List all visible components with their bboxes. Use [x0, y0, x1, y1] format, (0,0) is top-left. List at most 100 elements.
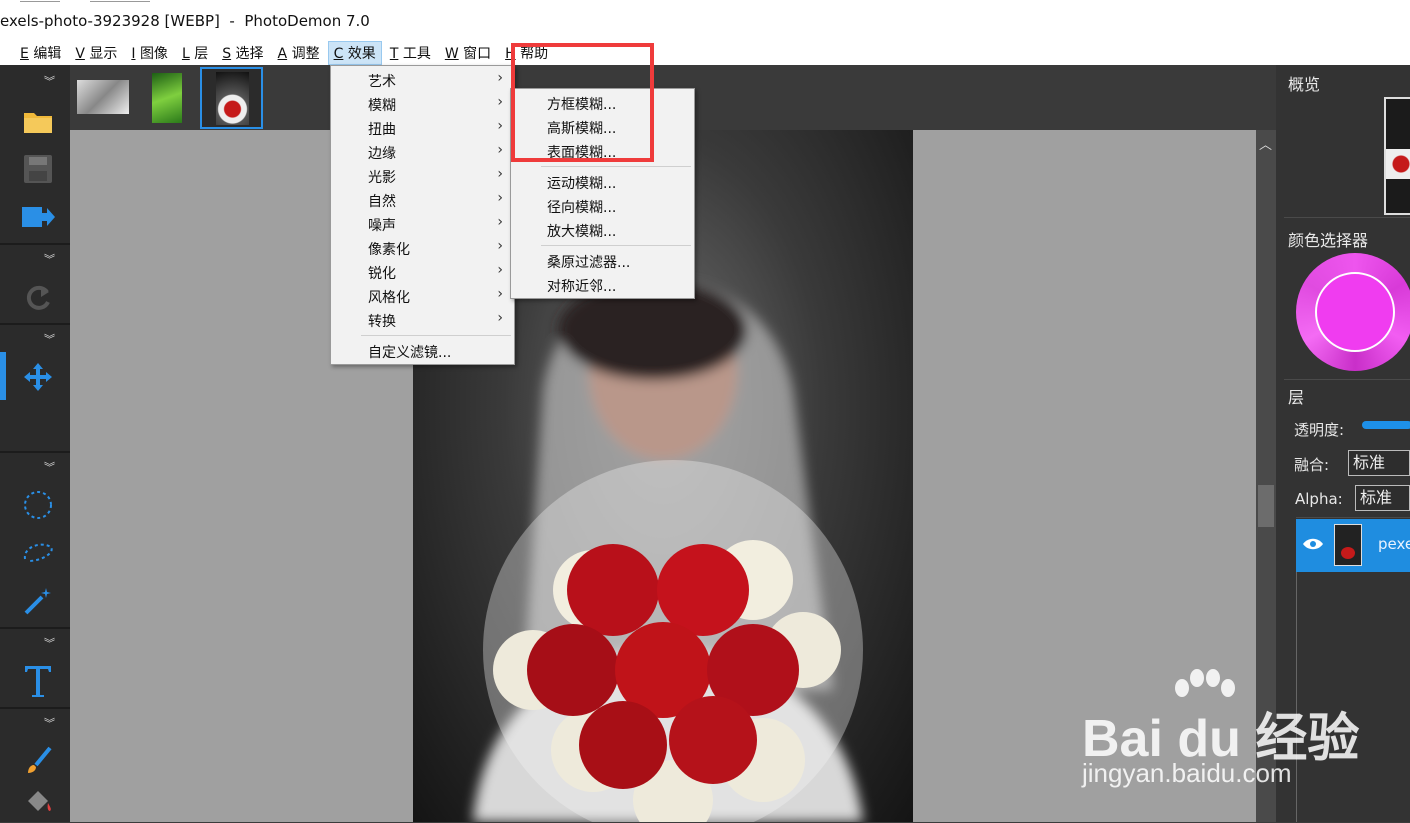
chevron-down-icon[interactable]: ︾ — [44, 459, 60, 474]
submenu-arrow-icon: › — [497, 238, 503, 254]
effects-menu-item-natural[interactable]: 自然 › — [332, 188, 513, 212]
magic-wand-icon[interactable] — [18, 581, 58, 621]
layer-thumbnail — [1334, 524, 1362, 566]
color-wheel[interactable] — [1296, 253, 1410, 371]
submenu-arrow-icon: › — [497, 214, 503, 230]
blur-submenu-radial-blur[interactable]: 径向模糊... — [512, 194, 693, 218]
submenu-arrow-icon: › — [497, 118, 503, 134]
panel-divider — [1284, 379, 1410, 380]
submenu-arrow-icon: › — [497, 142, 503, 158]
left-toolbar: ︾ ︾ ︾ ︾ ︾ ︾ — [0, 65, 70, 822]
layer-list-top — [1296, 517, 1410, 518]
watermark-url-text: jingyan.baidu.com — [1082, 758, 1292, 788]
effects-menu-item-stylize[interactable]: 风格化 › — [332, 284, 513, 308]
menu-edit[interactable]: E 编辑 — [14, 41, 67, 65]
submenu-arrow-icon: › — [497, 94, 503, 110]
menu-select[interactable]: S 选择 — [216, 41, 269, 65]
menu-bar: E 编辑 V 显示 I 图像 L 层 S 选择 A 调整 C 效果 T 工具 W… — [0, 40, 1410, 65]
toolbar-divider — [0, 451, 70, 453]
paint-bucket-icon[interactable] — [18, 783, 58, 823]
submenu-arrow-icon: › — [497, 286, 503, 302]
color-picker-title: 颜色选择器 — [1288, 231, 1369, 250]
chevron-down-icon[interactable]: ︾ — [44, 331, 60, 346]
current-color-swatch[interactable] — [1315, 272, 1395, 352]
layer-row[interactable]: pexe — [1296, 519, 1410, 572]
chevron-down-icon[interactable]: ︾ — [44, 73, 60, 88]
paintbrush-icon[interactable] — [18, 741, 58, 781]
menu-view[interactable]: V 显示 — [69, 41, 123, 65]
layer-thumbnail-image — [1341, 547, 1355, 559]
effects-menu-item-custom-filter[interactable]: 自定义滤镜... — [332, 339, 513, 363]
menu-image[interactable]: I 图像 — [125, 41, 174, 65]
submenu-arrow-icon: › — [497, 190, 503, 206]
toolbar-divider — [0, 707, 70, 709]
alpha-mode-select[interactable]: 标准 — [1355, 485, 1410, 511]
menu-separator — [361, 335, 511, 336]
opacity-label: 透明度: — [1294, 421, 1345, 439]
menu-effects[interactable]: C 效果 — [327, 40, 382, 65]
annotation-highlight-box — [511, 43, 654, 162]
thumbnail-image — [216, 72, 249, 125]
menu-separator — [541, 166, 691, 167]
alpha-label: Alpha: — [1295, 490, 1343, 508]
opacity-slider[interactable] — [1362, 421, 1410, 429]
background-tab-1 — [20, 0, 60, 2]
effects-menu-item-transform[interactable]: 转换 › — [332, 308, 513, 332]
toolbar-divider — [0, 323, 70, 325]
text-tool-icon[interactable] — [18, 661, 58, 701]
active-tool-indicator — [0, 352, 6, 400]
blur-submenu-zoom-blur[interactable]: 放大模糊... — [512, 218, 693, 242]
effects-menu-item-noise[interactable]: 噪声 › — [332, 212, 513, 236]
submenu-arrow-icon: › — [497, 70, 503, 86]
effects-menu-item-pixelate[interactable]: 像素化 › — [332, 236, 513, 260]
image-tab-thumbnail-3-selected[interactable] — [200, 67, 263, 129]
toolbar-divider — [0, 243, 70, 245]
blur-submenu-symmetric-nearest-neighbor[interactable]: 对称近邻... — [512, 273, 693, 297]
baidu-jingyan-watermark: Bai du 经验 jingyan.baidu.com — [1070, 668, 1370, 798]
submenu-arrow-icon: › — [497, 166, 503, 182]
menu-window[interactable]: W 窗口 — [439, 41, 497, 65]
submenu-arrow-icon: › — [497, 310, 503, 326]
effects-menu-item-edges[interactable]: 边缘 › — [332, 140, 513, 164]
scroll-up-icon[interactable]: ︿ — [1259, 134, 1272, 153]
title-bar: exels-photo-3923928 [WEBP] - PhotoDemon … — [0, 0, 1410, 40]
scrollbar-thumb[interactable] — [1258, 485, 1274, 527]
overview-title: 概览 — [1288, 75, 1321, 94]
eye-visibility-icon[interactable] — [1302, 537, 1324, 551]
blur-submenu-kuwahara-filter[interactable]: 桑原过滤器... — [512, 249, 693, 273]
blend-mode-select[interactable]: 标准 — [1348, 450, 1410, 476]
move-tool-icon[interactable] — [18, 357, 58, 397]
overview-image — [1386, 149, 1410, 179]
chevron-down-icon[interactable]: ︾ — [44, 635, 60, 650]
submenu-arrow-icon: › — [497, 262, 503, 278]
save-icon[interactable] — [18, 149, 58, 189]
blend-label: 融合: — [1294, 456, 1330, 474]
save-as-icon[interactable] — [18, 197, 58, 237]
effects-menu-item-distort[interactable]: 扭曲 › — [332, 116, 513, 140]
toolbar-divider — [0, 627, 70, 629]
chevron-down-icon[interactable]: ︾ — [44, 251, 60, 266]
menu-adjust[interactable]: A 调整 — [272, 41, 326, 65]
effects-menu-item-light-shadow[interactable]: 光影 › — [332, 164, 513, 188]
overview-preview[interactable] — [1384, 97, 1410, 215]
open-folder-icon[interactable] — [18, 101, 58, 141]
image-tab-thumbnail-1[interactable] — [77, 80, 129, 114]
effects-menu-item-sharpen[interactable]: 锐化 › — [332, 260, 513, 284]
menu-tools[interactable]: T 工具 — [384, 41, 437, 65]
blur-submenu-motion-blur[interactable]: 运动模糊... — [512, 170, 693, 194]
lasso-select-icon[interactable] — [18, 533, 58, 573]
effects-menu: 艺术 › 模糊 › 扭曲 › 边缘 › 光影 › 自然 › 噪声 › 像素化 › 锐化 › 风格化… — [330, 65, 515, 365]
effects-menu-item-blur[interactable]: 模糊 › — [332, 92, 513, 116]
panel-divider — [1284, 217, 1410, 218]
menu-separator — [541, 245, 691, 246]
redo-icon[interactable] — [18, 277, 58, 317]
layer-name: pexe — [1378, 535, 1410, 553]
window-title: exels-photo-3923928 [WEBP] - PhotoDemon … — [0, 12, 370, 30]
chevron-down-icon[interactable]: ︾ — [44, 715, 60, 730]
background-tab-2 — [90, 0, 150, 2]
layers-title: 层 — [1288, 388, 1305, 407]
menu-layer[interactable]: L 层 — [176, 41, 214, 65]
ellipse-select-icon[interactable] — [18, 485, 58, 525]
image-tab-thumbnail-2[interactable] — [152, 73, 182, 123]
effects-menu-item-art[interactable]: 艺术 › — [332, 68, 513, 92]
